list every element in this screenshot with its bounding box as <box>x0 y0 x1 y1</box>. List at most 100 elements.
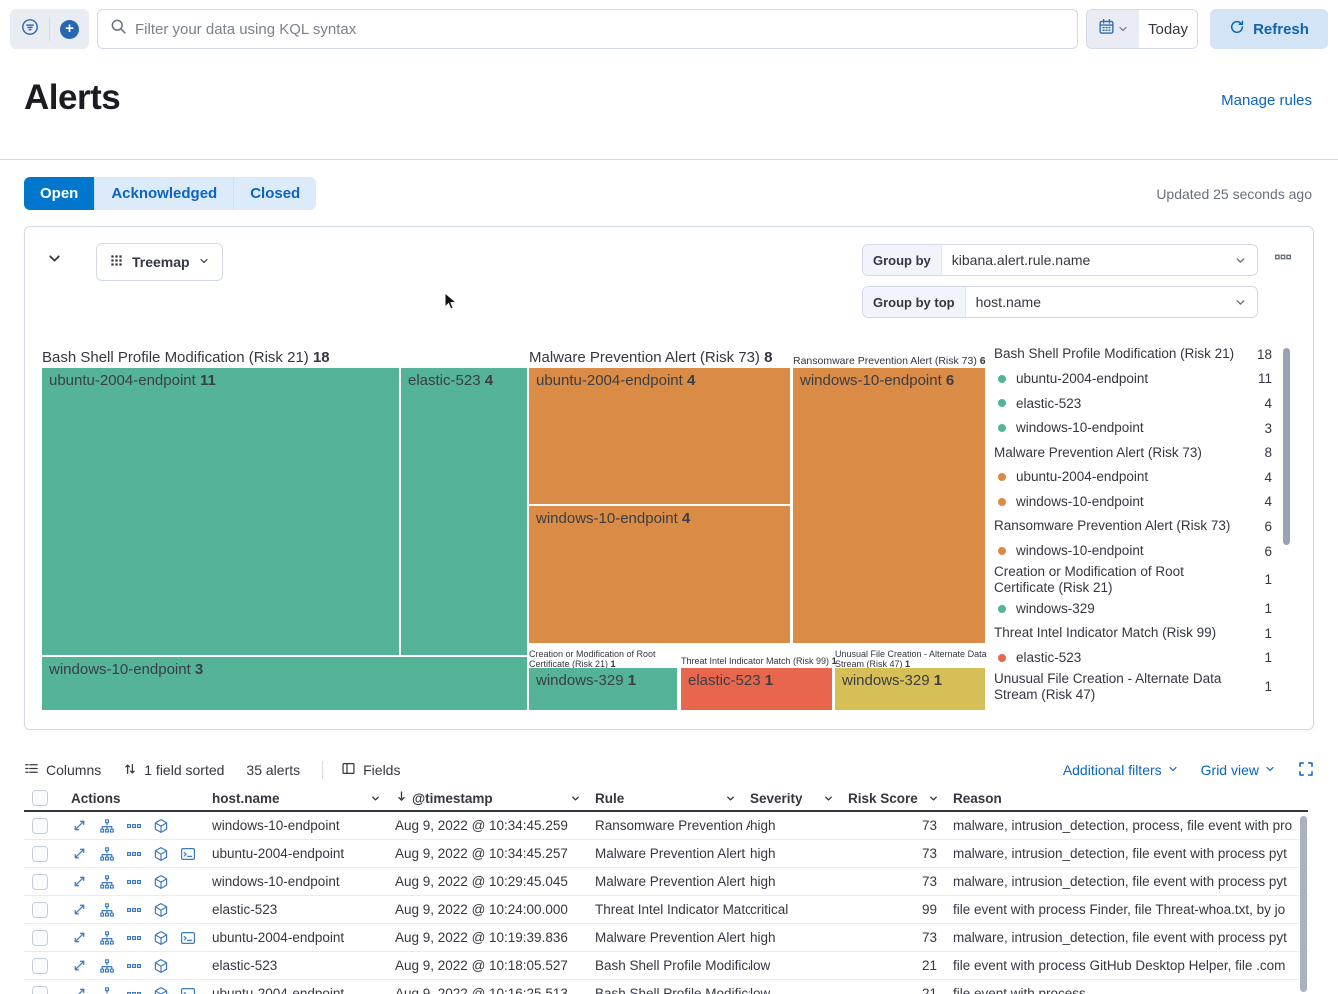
investigate-in-timeline-icon[interactable] <box>98 957 115 974</box>
session-view-icon[interactable] <box>179 845 196 862</box>
more-actions-icon[interactable] <box>125 957 142 974</box>
add-filter-button[interactable]: + <box>50 9 89 49</box>
grid-view-button[interactable]: Grid view <box>1201 762 1276 778</box>
chevron-down-icon[interactable] <box>823 793 834 804</box>
group-by-top-value[interactable]: host.name <box>966 287 1234 317</box>
analyze-event-icon[interactable] <box>152 901 169 918</box>
tab-acknowledged[interactable]: Acknowledged <box>95 177 234 210</box>
row-checkbox[interactable] <box>32 930 48 946</box>
treemap-tile[interactable]: windows-10-endpoint 3 <box>42 657 527 710</box>
legend-item[interactable]: ubuntu-2004-endpoint11 <box>994 367 1272 392</box>
legend-group[interactable]: Malware Prevention Alert (Risk 73)8 <box>994 440 1272 465</box>
treemap-tile[interactable]: windows-329 1 <box>835 668 985 710</box>
expand-alert-icon[interactable] <box>71 957 88 974</box>
row-checkbox[interactable] <box>32 846 48 862</box>
treemap-tile[interactable]: elastic-523 4 <box>401 368 527 655</box>
fullscreen-button[interactable] <box>1298 761 1314 780</box>
cell-risk-score: 73 <box>848 818 953 833</box>
session-view-icon[interactable] <box>179 985 196 994</box>
more-actions-icon[interactable] <box>125 845 142 862</box>
legend-group[interactable]: Unusual File Creation - Alternate Data S… <box>994 670 1272 703</box>
analyze-event-icon[interactable] <box>152 957 169 974</box>
expand-alert-icon[interactable] <box>71 873 88 890</box>
treemap-tile[interactable]: elastic-523 1 <box>681 668 832 710</box>
refresh-button[interactable]: Refresh <box>1210 9 1328 49</box>
panel-options-button[interactable] <box>1274 248 1292 271</box>
analyze-event-icon[interactable] <box>152 845 169 862</box>
chevron-down-icon[interactable] <box>570 793 581 804</box>
chevron-down-icon[interactable] <box>725 793 736 804</box>
select-all-checkbox[interactable] <box>32 790 48 806</box>
analyze-event-icon[interactable] <box>152 985 169 994</box>
treemap-tile[interactable]: windows-329 1 <box>529 668 677 710</box>
column-header-severity[interactable]: Severity <box>750 791 848 806</box>
manage-rules-link[interactable]: Manage rules <box>1221 92 1312 109</box>
legend-item[interactable]: windows-10-endpoint6 <box>994 539 1272 564</box>
investigate-in-timeline-icon[interactable] <box>98 901 115 918</box>
chart-type-selector[interactable]: Treemap <box>96 243 223 281</box>
row-checkbox[interactable] <box>32 874 48 890</box>
legend-item[interactable]: windows-10-endpoint4 <box>994 490 1272 515</box>
row-checkbox[interactable] <box>32 818 48 834</box>
table-scrollbar[interactable] <box>1300 816 1307 992</box>
column-header-timestamp[interactable]: @timestamp <box>395 790 595 806</box>
legend-item[interactable]: windows-3291 <box>994 596 1272 621</box>
treemap-tile[interactable]: windows-10-endpoint 4 <box>529 506 790 643</box>
collapse-panel-button[interactable] <box>46 250 63 272</box>
treemap-tile[interactable]: windows-10-endpoint 6 <box>793 368 985 643</box>
investigate-in-timeline-icon[interactable] <box>98 817 115 834</box>
more-actions-icon[interactable] <box>125 873 142 890</box>
row-checkbox[interactable] <box>32 986 48 994</box>
saved-query-menu-button[interactable] <box>10 9 49 49</box>
session-view-icon[interactable] <box>179 929 196 946</box>
more-actions-icon[interactable] <box>125 901 142 918</box>
column-header-risk-score[interactable]: Risk Score <box>848 791 953 806</box>
table-body: windows-10-endpointAug 9, 2022 @ 10:34:4… <box>24 812 1308 994</box>
analyze-event-icon[interactable] <box>152 817 169 834</box>
legend-item[interactable]: elastic-5231 <box>994 646 1272 671</box>
date-quick-select[interactable]: Today <box>1139 10 1197 48</box>
more-actions-icon[interactable] <box>125 817 142 834</box>
date-picker-button[interactable] <box>1087 10 1139 48</box>
expand-alert-icon[interactable] <box>71 929 88 946</box>
legend-group[interactable]: Creation or Modification of Root Certifi… <box>994 563 1272 596</box>
analyze-event-icon[interactable] <box>152 873 169 890</box>
investigate-in-timeline-icon[interactable] <box>98 985 115 994</box>
tab-open[interactable]: Open <box>24 177 95 210</box>
column-header-rule[interactable]: Rule <box>595 791 750 806</box>
kql-search-input[interactable] <box>135 21 1065 38</box>
more-actions-icon[interactable] <box>125 929 142 946</box>
tab-closed[interactable]: Closed <box>234 177 316 210</box>
additional-filters-button[interactable]: Additional filters <box>1063 762 1179 778</box>
columns-button[interactable]: Columns <box>24 761 101 779</box>
expand-alert-icon[interactable] <box>71 845 88 862</box>
sort-fields-button[interactable]: 1 field sorted <box>123 762 224 779</box>
legend-group[interactable]: Bash Shell Profile Modification (Risk 21… <box>994 342 1272 367</box>
analyze-event-icon[interactable] <box>152 929 169 946</box>
fields-button[interactable]: Fields <box>341 761 400 779</box>
investigate-in-timeline-icon[interactable] <box>98 845 115 862</box>
table-row: ubuntu-2004-endpointAug 9, 2022 @ 10:34:… <box>24 840 1308 868</box>
legend-group[interactable]: Threat Intel Indicator Match (Risk 99)1 <box>994 621 1272 646</box>
legend-item[interactable]: elastic-5234 <box>994 391 1272 416</box>
investigate-in-timeline-icon[interactable] <box>98 929 115 946</box>
column-header-host-name[interactable]: host.name <box>212 791 395 806</box>
legend-group[interactable]: Ransomware Prevention Alert (Risk 73)6 <box>994 514 1272 539</box>
row-checkbox[interactable] <box>32 958 48 974</box>
legend-scrollbar[interactable] <box>1283 348 1290 545</box>
expand-alert-icon[interactable] <box>71 817 88 834</box>
table-row: ubuntu-2004-endpointAug 9, 2022 @ 10:16:… <box>24 980 1308 994</box>
investigate-in-timeline-icon[interactable] <box>98 873 115 890</box>
expand-alert-icon[interactable] <box>71 901 88 918</box>
expand-alert-icon[interactable] <box>71 985 88 994</box>
chevron-down-icon[interactable] <box>928 793 939 804</box>
row-checkbox[interactable] <box>32 902 48 918</box>
group-by-value[interactable]: kibana.alert.rule.name <box>942 245 1234 275</box>
cell-host-name: elastic-523 <box>212 958 395 973</box>
chevron-down-icon[interactable] <box>370 793 381 804</box>
legend-item[interactable]: windows-10-endpoint3 <box>994 416 1272 441</box>
treemap-tile[interactable]: ubuntu-2004-endpoint 4 <box>529 368 790 504</box>
more-actions-icon[interactable] <box>125 985 142 994</box>
treemap-tile[interactable]: ubuntu-2004-endpoint 11 <box>42 368 399 655</box>
legend-item[interactable]: ubuntu-2004-endpoint4 <box>994 465 1272 490</box>
